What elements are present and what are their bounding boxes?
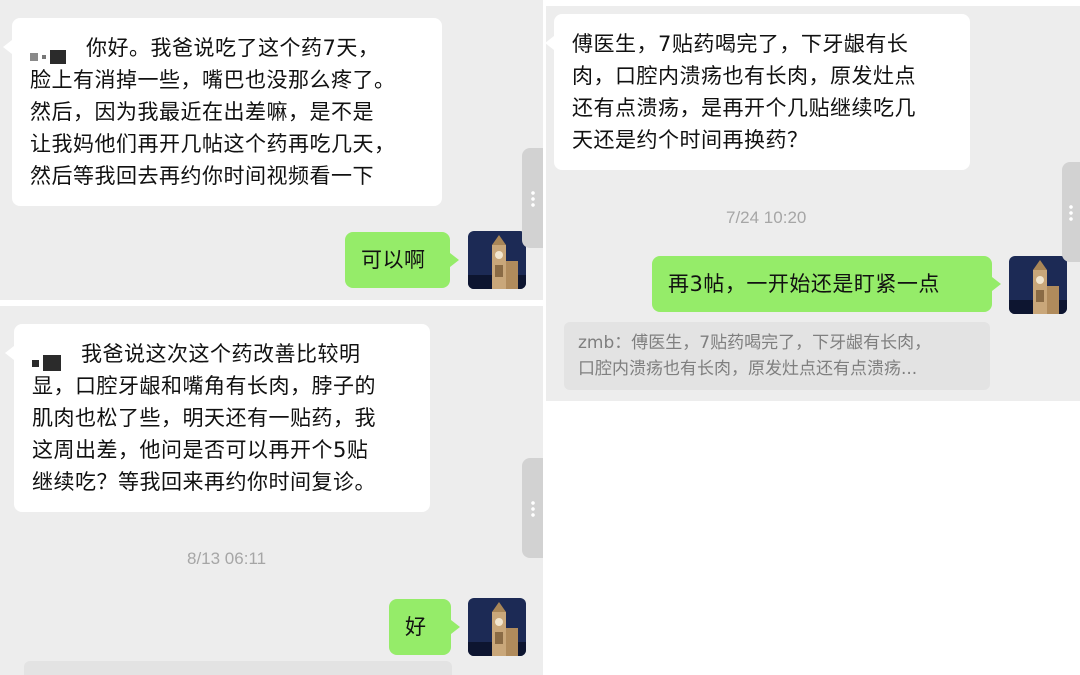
more-dots-icon <box>531 190 535 208</box>
quote-line: 口腔内溃疡也有长肉，原发灶点还有点溃疡... <box>578 359 918 379</box>
partial-message-placeholder <box>24 661 452 675</box>
message-line: 这周出差，他问是否可以再开个5贴 <box>32 438 369 462</box>
message-line: 然后等我回去再约你时间视频看一下 <box>30 164 374 188</box>
message-text: 可以啊 <box>361 248 426 272</box>
message-line: 我爸说这次这个药改善比较明 <box>32 338 412 371</box>
user-avatar[interactable] <box>468 231 526 289</box>
incoming-message-2[interactable]: 我爸说这次这个药改善比较明 显，口腔牙龈和嘴角有长肉，脖子的 肌肉也松了些，明天… <box>5 324 430 512</box>
clock-tower-avatar-icon <box>1009 256 1067 314</box>
scroll-handle[interactable] <box>1062 162 1080 262</box>
message-line: 脸上有消掉一些，嘴巴也没那么疼了。 <box>30 68 396 92</box>
more-dots-icon <box>531 500 535 518</box>
user-avatar[interactable] <box>1009 256 1067 314</box>
pixelated-name-mask-icon <box>30 40 70 64</box>
timestamp: 7/24 10:20 <box>726 208 807 227</box>
message-line: 显，口腔牙龈和嘴角有长肉，脖子的 <box>32 374 376 398</box>
incoming-message-1[interactable]: 你好。我爸说吃了这个药7天， 脸上有消掉一些，嘴巴也没那么疼了。 然后，因为我最… <box>3 18 442 206</box>
timestamp: 8/13 06:11 <box>187 549 267 568</box>
more-dots-icon <box>1069 204 1073 222</box>
message-line: 让我妈他们再开几帖这个药再吃几天， <box>30 132 396 156</box>
message-line: 继续吃？等我回来再约你时间复诊。 <box>32 470 376 494</box>
incoming-message-3[interactable]: 傅医生，7贴药喝完了，下牙龈有长 肉，口腔内溃疡也有长肉，原发灶点 还有点溃疡，… <box>546 14 970 170</box>
pixelated-name-mask-icon <box>32 346 65 371</box>
message-text: 好 <box>405 615 427 639</box>
message-line: 天还是约个时间再换药？ <box>572 128 809 152</box>
outgoing-message-2[interactable]: 好 <box>389 599 460 655</box>
message-line: 肌肉也松了些，明天还有一贴药，我 <box>32 406 376 430</box>
message-line: 然后，因为我最近在出差嘛，是不是 <box>30 100 374 124</box>
message-line: 还有点溃疡，是再开个几贴继续吃几 <box>572 96 916 120</box>
scroll-handle[interactable] <box>522 458 543 558</box>
message-line: 肉，口腔内溃疡也有长肉，原发灶点 <box>572 64 916 88</box>
message-line: 你好。我爸说吃了这个药7天， <box>30 32 424 64</box>
clock-tower-avatar-icon <box>468 231 526 289</box>
user-avatar[interactable] <box>468 598 526 656</box>
left-chat-panel-top: 你好。我爸说吃了这个药7天， 脸上有消掉一些，嘴巴也没那么疼了。 然后，因为我最… <box>0 0 543 300</box>
left-chat-panel-bottom: 我爸说这次这个药改善比较明 显，口腔牙龈和嘴角有长肉，脖子的 肌肉也松了些，明天… <box>0 306 543 675</box>
scroll-handle[interactable] <box>522 148 543 248</box>
outgoing-message-1[interactable]: 可以啊 <box>345 232 459 288</box>
outgoing-message-3[interactable]: 再3帖，一开始还是盯紧一点 <box>652 256 1001 312</box>
clock-tower-avatar-icon <box>468 598 526 656</box>
message-line: 傅医生，7贴药喝完了，下牙龈有长 <box>572 32 909 56</box>
right-chat-panel: 傅医生，7贴药喝完了，下牙龈有长 肉，口腔内溃疡也有长肉，原发灶点 还有点溃疡，… <box>546 6 1080 401</box>
message-text: 再3帖，一开始还是盯紧一点 <box>668 272 940 296</box>
quoted-message[interactable]: zmb：傅医生，7贴药喝完了，下牙龈有长肉， 口腔内溃疡也有长肉，原发灶点还有点… <box>564 322 990 390</box>
quote-line: zmb：傅医生，7贴药喝完了，下牙龈有长肉， <box>578 333 932 353</box>
